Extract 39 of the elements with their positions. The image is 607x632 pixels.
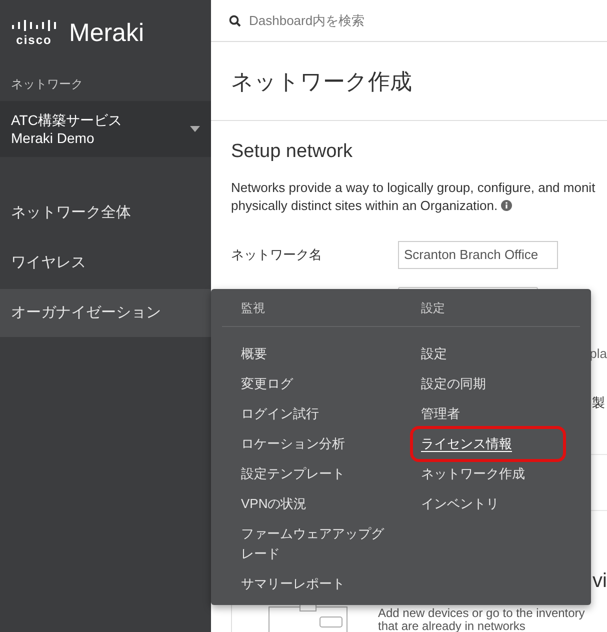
menu-item[interactable]: ファームウェアアップグレード <box>241 519 391 569</box>
network-subname: Meraki Demo <box>11 129 96 147</box>
info-icon <box>501 200 512 210</box>
menu-item[interactable]: 設定テンプレート <box>241 459 391 489</box>
card-text: that are already in networks <box>378 620 526 632</box>
menu-item[interactable]: サマリーレポート <box>241 569 391 599</box>
search-icon <box>229 14 241 26</box>
search-field[interactable]: Dashboard内を検索 <box>249 10 549 30</box>
nav-item[interactable]: オーガナイゼーション <box>0 289 211 337</box>
logo-bars-icon <box>11 20 57 32</box>
card-heading: vi <box>592 570 607 590</box>
network-selector[interactable]: ATC構築サービス Meraki Demo <box>0 101 211 157</box>
section-heading: Setup network <box>231 140 354 164</box>
menu-item[interactable]: ログイン試行 <box>241 399 391 429</box>
menu-item[interactable]: 変更ログ <box>241 369 391 399</box>
text-fragment: 製 <box>592 394 605 412</box>
nav-item[interactable]: ネットワーク全体 <box>0 189 211 237</box>
menu-item[interactable]: 概要 <box>241 339 391 369</box>
page-title: ネットワーク作成 <box>231 68 412 96</box>
menu-item[interactable]: ロケーション分析 <box>241 429 391 459</box>
menu-item[interactable]: 設定の同期 <box>421 369 571 399</box>
product-name: Meraki <box>69 20 144 46</box>
menu-item[interactable]: インベントリ <box>421 489 571 519</box>
card-text: Add new devices or go to the inventory <box>378 606 585 620</box>
field-label: ネットワーク名 <box>231 246 323 264</box>
logo-wordmark: cisco <box>16 34 52 46</box>
menu-column-heading: 設定 <box>421 300 446 316</box>
caret-icon <box>190 126 200 132</box>
menu-item[interactable]: 設定 <box>421 339 571 369</box>
menu-item[interactable]: 管理者 <box>421 399 571 429</box>
nav-item[interactable]: ワイヤレス <box>0 239 211 287</box>
network-name: ATC構築サービス <box>11 111 122 129</box>
menu-column-heading: 監視 <box>241 300 266 316</box>
menu-item[interactable]: ライセンス情報 <box>413 429 563 459</box>
section-label: ネットワーク <box>10 76 84 92</box>
description: Networks provide a way to logically group, configure, and monit physically distinct sites within an Organization. <box>231 178 596 214</box>
menu-item[interactable]: VPNの状況 <box>241 489 391 519</box>
menu-item[interactable]: ネットワーク作成 <box>421 459 571 489</box>
network-name-field[interactable]: Scranton Branch Office <box>398 240 558 268</box>
